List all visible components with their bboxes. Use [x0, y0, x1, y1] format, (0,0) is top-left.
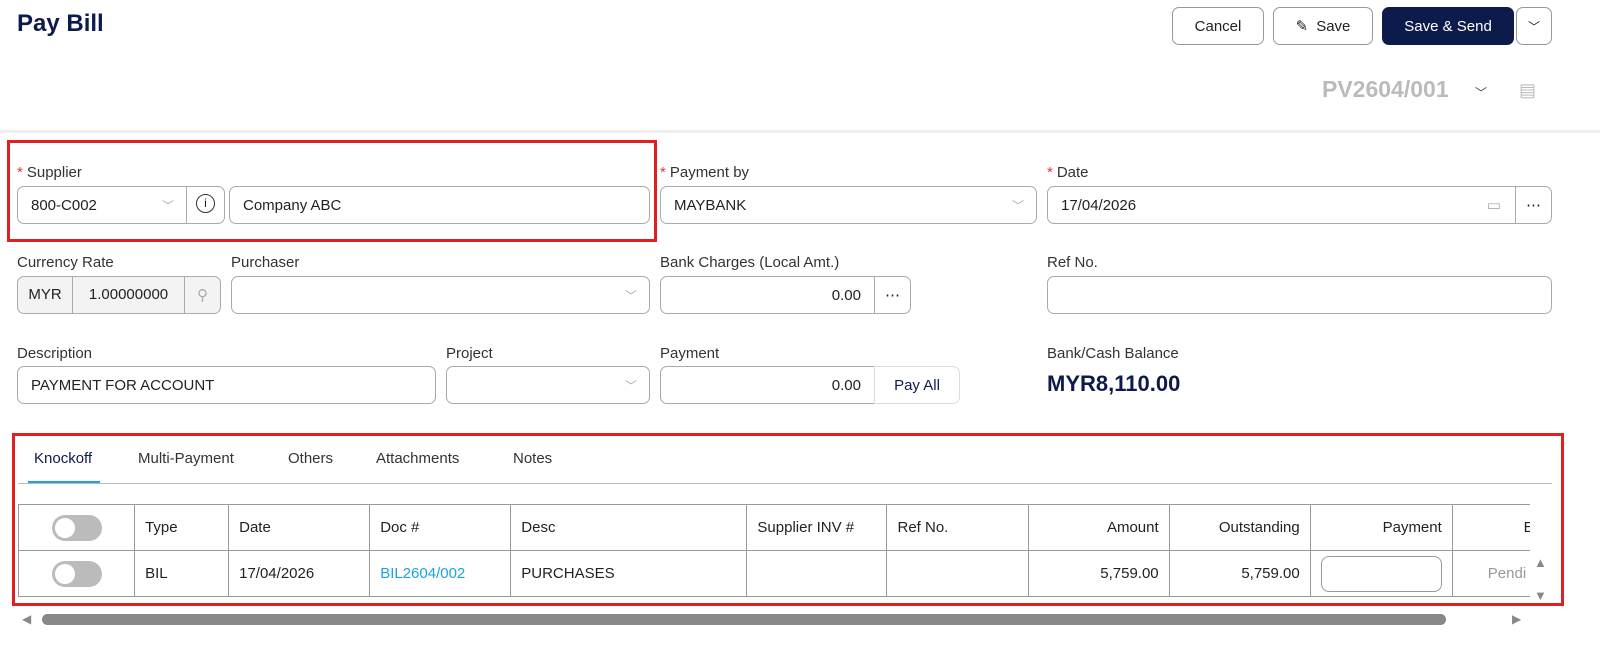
payment-by-label: * Payment by: [660, 164, 750, 181]
cell-date: 17/04/2026: [228, 550, 371, 597]
tabs-divider: [18, 483, 1552, 484]
currency-rate-group: MYR 1.00000000 ⚲: [17, 276, 221, 314]
tab-notes[interactable]: Notes: [513, 450, 552, 467]
header-supplier-inv: Supplier INV #: [746, 504, 888, 551]
currency-rate-label: Currency Rate: [17, 254, 114, 271]
supplier-name-input[interactable]: Company ABC: [229, 186, 650, 224]
document-number: PV2604/001: [1322, 76, 1449, 102]
chevron-down-icon: ﹀: [1011, 199, 1024, 213]
save-send-button[interactable]: Save & Send: [1382, 7, 1514, 45]
date-input[interactable]: 17/04/2026 ▭: [1047, 186, 1516, 224]
cell-type: BIL: [134, 550, 230, 597]
scroll-down-icon[interactable]: ▼: [1534, 588, 1547, 603]
supplier-info-icon[interactable]: i: [196, 194, 215, 213]
cell-outstanding: 5,759.00: [1168, 550, 1311, 597]
ref-no-input[interactable]: [1047, 276, 1552, 314]
header-einvoice: E-Invo: [1451, 504, 1530, 551]
header-outstanding: Outstanding: [1168, 504, 1311, 551]
project-select[interactable]: ﹀: [446, 366, 650, 404]
doc-number-dropdown-icon[interactable]: ﹀: [1475, 84, 1487, 101]
chevron-down-icon: ﹀: [1527, 19, 1540, 34]
divider: [0, 130, 1600, 133]
doc-link[interactable]: BIL2604/002: [369, 550, 512, 597]
table-viewport: Type Date Doc # Desc Supplier INV # Ref …: [18, 504, 1530, 604]
payment-input[interactable]: 0.00: [660, 366, 875, 404]
bank-charges-input[interactable]: 0.00: [660, 276, 875, 314]
balance-value: MYR8,110.00: [1047, 371, 1181, 396]
cell-einvoice: Pendi: [1451, 550, 1530, 597]
tab-knockoff[interactable]: Knockoff: [34, 450, 92, 467]
cancel-button[interactable]: Cancel: [1172, 7, 1264, 45]
tab-attachments[interactable]: Attachments: [376, 450, 459, 467]
calendar-icon[interactable]: ▭: [1487, 196, 1501, 214]
project-label: Project: [446, 345, 493, 362]
cell-amount: 5,759.00: [1027, 550, 1170, 597]
balance-label: Bank/Cash Balance: [1047, 345, 1179, 362]
payment-label: Payment: [660, 345, 720, 362]
chevron-down-icon: ﹀: [624, 379, 637, 393]
ref-no-label: Ref No.: [1047, 254, 1098, 271]
header-desc: Desc: [510, 504, 748, 551]
more-options-button[interactable]: ﹀: [1516, 7, 1552, 45]
supplier-label: * Supplier: [17, 164, 82, 181]
currency-rate-value: 1.00000000: [73, 277, 185, 313]
header-amount: Amount: [1027, 504, 1170, 551]
tab-others[interactable]: Others: [288, 450, 333, 467]
tab-multi-payment[interactable]: Multi-Payment: [138, 450, 234, 467]
scroll-up-icon[interactable]: ▲: [1534, 555, 1547, 570]
chevron-down-icon: ﹀: [161, 199, 174, 213]
table-header-row: Type Date Doc # Desc Supplier INV # Ref …: [18, 504, 1530, 551]
purchaser-label: Purchaser: [231, 254, 300, 271]
info-icon[interactable]: [186, 186, 187, 224]
description-input[interactable]: PAYMENT FOR ACCOUNT: [17, 366, 436, 404]
description-label: Description: [17, 345, 93, 362]
purchaser-select[interactable]: ﹀: [231, 276, 650, 314]
header-doc: Doc #: [369, 504, 512, 551]
date-more-button[interactable]: ⋯: [1515, 186, 1552, 224]
chevron-down-icon: ﹀: [624, 289, 637, 303]
bank-charges-label: Bank Charges (Local Amt.): [660, 254, 840, 271]
table-row: BIL 17/04/2026 BIL2604/002 PURCHASES 5,7…: [18, 550, 1530, 597]
knockoff-table: Type Date Doc # Desc Supplier INV # Ref …: [18, 504, 1530, 597]
header-ref-no: Ref No.: [886, 504, 1029, 551]
payment-by-select[interactable]: MAYBANK ﹀: [660, 186, 1037, 224]
cell-ref-no: [886, 550, 1029, 597]
row-select-toggle[interactable]: [51, 560, 102, 587]
header-date: Date: [228, 504, 371, 551]
row-payment-input[interactable]: [1320, 555, 1442, 592]
cell-supplier-inv: [746, 550, 888, 597]
pencil-icon: ✎: [1295, 18, 1309, 35]
currency-code: MYR: [18, 277, 73, 313]
header-payment: Payment: [1309, 504, 1453, 551]
page-title: Pay Bill: [17, 10, 104, 37]
scroll-right-icon[interactable]: ▶: [1512, 612, 1521, 626]
document-preview-icon[interactable]: ▤: [1519, 80, 1536, 101]
cell-desc: PURCHASES: [510, 550, 748, 597]
date-label: * Date: [1047, 164, 1089, 181]
pay-all-button[interactable]: Pay All: [874, 366, 960, 404]
search-icon[interactable]: ⚲: [185, 286, 220, 304]
supplier-code-select[interactable]: 800-C002 ﹀: [17, 186, 225, 224]
save-button[interactable]: ✎ Save: [1273, 7, 1373, 45]
select-all-toggle[interactable]: [51, 514, 102, 541]
scroll-left-icon[interactable]: ◀: [22, 612, 31, 626]
bank-charges-more-button[interactable]: ⋯: [874, 276, 911, 314]
horizontal-scrollbar[interactable]: [42, 614, 1446, 625]
header-type: Type: [134, 504, 230, 551]
